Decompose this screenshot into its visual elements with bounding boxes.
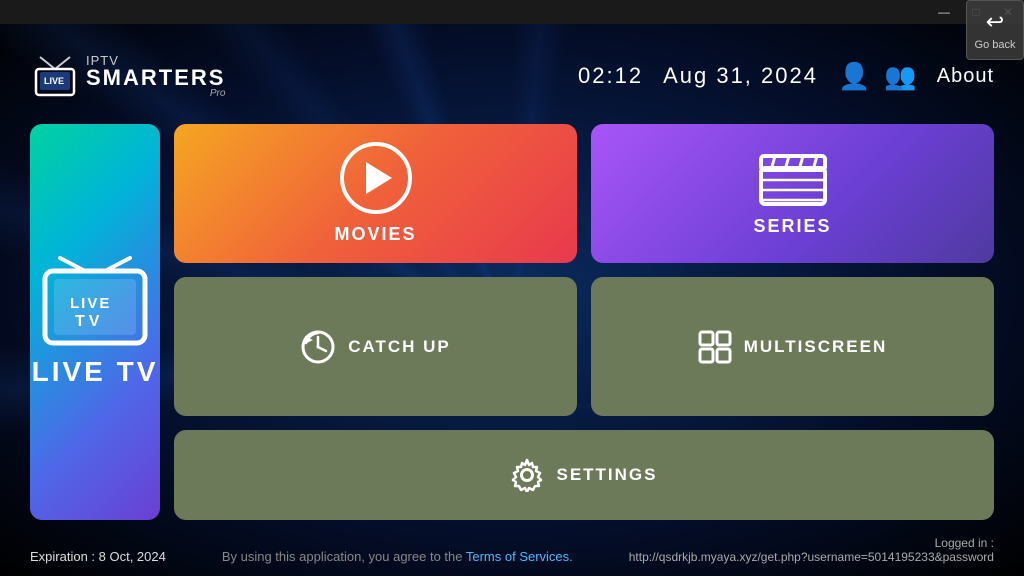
terms-link[interactable]: Terms of Services.: [466, 549, 573, 564]
logo: LIVE IPTV SMARTERS Pro: [30, 54, 225, 99]
movies-label: MOVIES: [334, 224, 416, 245]
user-icon[interactable]: 👤: [838, 61, 870, 92]
logo-icon: LIVE: [30, 55, 80, 97]
header-icons: 👤 👥: [838, 61, 917, 92]
clapperboard-icon: [757, 150, 829, 208]
right-grid: MOVIES: [174, 124, 994, 520]
series-card[interactable]: SERIES: [591, 124, 994, 263]
titlebar: — □ ✕: [0, 0, 1024, 24]
play-icon: [340, 142, 412, 214]
clock-icon: [300, 329, 336, 365]
header-right: 02:12 Aug 31, 2024 👤 👥 About: [578, 61, 994, 92]
login-info: Logged in : http://qsdrkjb.myaya.xyz/get…: [629, 536, 994, 564]
logo-text: IPTV SMARTERS Pro: [86, 54, 225, 99]
multiscreen-content: MULTISCREEN: [698, 330, 888, 364]
catchup-label: CATCH UP: [348, 337, 451, 357]
gear-icon: [510, 458, 544, 492]
catchup-content: CATCH UP: [300, 329, 451, 365]
multiscreen-icon: [698, 330, 732, 364]
multiscreen-label: MULTISCREEN: [744, 337, 888, 357]
catchup-card[interactable]: CATCH UP: [174, 277, 577, 416]
main-content: LIVE IPTV SMARTERS Pro 02:12 Aug 31, 202…: [0, 24, 1024, 576]
live-tv-card[interactable]: LIVE TV LIVE TV: [30, 124, 160, 520]
footer: Expiration : 8 Oct, 2024 By using this a…: [0, 530, 1024, 576]
grid-area: LIVE TV LIVE TV MOVIES: [0, 124, 1024, 530]
date-display: Aug 31, 2024: [663, 63, 818, 89]
svg-text:LIVE: LIVE: [44, 76, 64, 86]
svg-text:TV: TV: [75, 313, 103, 330]
logged-in-label: Logged in :: [935, 536, 994, 550]
settings-content: SETTINGS: [510, 458, 657, 492]
about-button[interactable]: About: [937, 65, 994, 88]
svg-text:LIVE: LIVE: [70, 295, 111, 312]
series-label: SERIES: [753, 216, 831, 237]
settings-label: SETTINGS: [556, 465, 657, 485]
goback-button[interactable]: ↩ Go back: [966, 0, 1024, 60]
logo-smarters: SMARTERS: [86, 67, 225, 89]
time-display: 02:12: [578, 63, 643, 89]
header: LIVE IPTV SMARTERS Pro 02:12 Aug 31, 202…: [0, 24, 1024, 124]
settings-card[interactable]: SETTINGS: [174, 430, 994, 520]
terms-text: By using this application, you agree to …: [222, 549, 573, 564]
goback-label: Go back: [975, 39, 1016, 51]
movies-card[interactable]: MOVIES: [174, 124, 577, 263]
multiscreen-card[interactable]: MULTISCREEN: [591, 277, 994, 416]
expiry-text: Expiration : 8 Oct, 2024: [30, 549, 166, 564]
back-arrow-icon: ↩: [986, 9, 1004, 35]
terms-prefix: By using this application, you agree to …: [222, 549, 466, 564]
play-triangle: [366, 162, 392, 194]
users-icon[interactable]: 👥: [884, 61, 916, 92]
live-tv-label: LIVE TV: [32, 356, 159, 388]
logged-in-url: http://qsdrkjb.myaya.xyz/get.php?usernam…: [629, 550, 994, 564]
tv-icon: LIVE TV: [30, 256, 160, 356]
logo-pro: Pro: [86, 89, 225, 99]
minimize-button[interactable]: —: [928, 0, 960, 24]
